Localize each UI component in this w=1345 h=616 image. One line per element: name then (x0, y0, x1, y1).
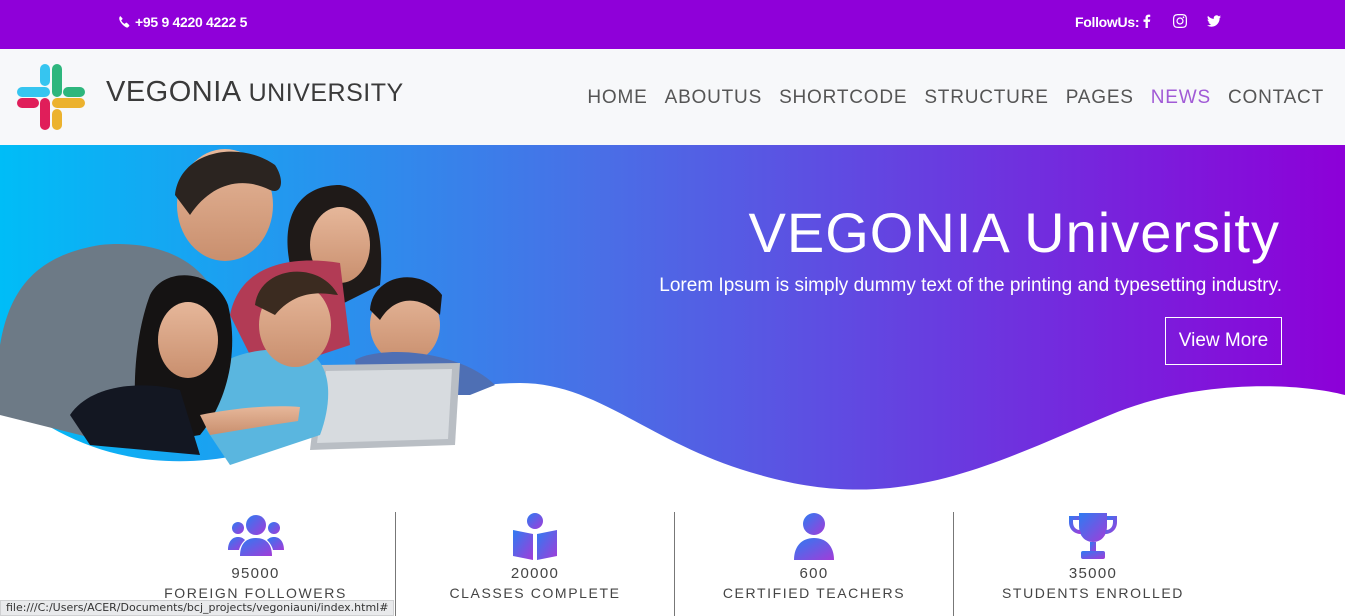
stat-value: 20000 (510, 565, 560, 582)
stat-label: CERTIFIED TEACHERS (722, 585, 906, 601)
nav-contact[interactable]: CONTACT (1228, 87, 1324, 109)
book-reader-icon (513, 513, 557, 560)
nav-pages[interactable]: PAGES (1066, 87, 1134, 109)
follow-us-label: FollowUs: (1075, 14, 1140, 30)
nav-aboutus[interactable]: ABOUTUS (665, 87, 762, 109)
trophy-icon (1069, 513, 1117, 559)
stat-value: 600 (799, 565, 829, 582)
brand-sub: UNIVERSITY (248, 79, 404, 107)
nav-structure[interactable]: STRUCTURE (924, 87, 1048, 109)
stat-item: 35000 STUDENTS ENROLLED (953, 512, 1232, 616)
hero-background (0, 145, 1345, 490)
stat-label: FOREIGN FOLLOWERS (164, 585, 347, 601)
nav-home[interactable]: HOME (587, 87, 647, 109)
brand-main: VEGONIA (106, 76, 241, 108)
stat-value: 95000 (231, 565, 280, 582)
twitter-icon[interactable] (1206, 13, 1222, 29)
browser-status-bar: file:///C:/Users/ACER/Documents/bcj_proj… (0, 600, 395, 616)
view-more-button[interactable]: View More (1165, 317, 1282, 365)
teacher-icon (794, 513, 834, 560)
main-nav: HOME ABOUTUS SHORTCODE STRUCTURE PAGES N… (587, 87, 1324, 109)
stat-label: STUDENTS ENROLLED (1001, 585, 1184, 601)
phone-icon (119, 16, 130, 28)
phone-contact[interactable]: +95 9 4220 4222 5 (117, 14, 247, 30)
users-icon (227, 515, 284, 556)
nav-shortcode[interactable]: SHORTCODE (779, 87, 907, 109)
hero-banner: VEGONIA University Lorem Ipsum is simply… (0, 145, 1345, 505)
stat-label: CLASSES COMPLETE (449, 585, 621, 601)
phone-number: +95 9 4220 4222 5 (135, 14, 248, 30)
stat-item: 600 CERTIFIED TEACHERS (674, 512, 953, 616)
hero-title: VEGONIA University (748, 201, 1280, 264)
top-bar: +95 9 4220 4222 5 FollowUs: (0, 0, 1345, 49)
slack-logo-icon[interactable] (16, 63, 86, 131)
instagram-icon[interactable] (1172, 13, 1188, 29)
site-header: VEGONIA UNIVERSITY HOME ABOUTUS SHORTCOD… (0, 49, 1345, 145)
facebook-icon[interactable] (1139, 13, 1155, 29)
hero-subtitle: Lorem Ipsum is simply dummy text of the … (659, 275, 1282, 296)
stat-value: 35000 (1068, 565, 1118, 582)
brand-name[interactable]: VEGONIA UNIVERSITY (106, 76, 404, 109)
stat-item: 20000 CLASSES COMPLETE (395, 512, 674, 616)
nav-news[interactable]: NEWS (1151, 87, 1211, 109)
